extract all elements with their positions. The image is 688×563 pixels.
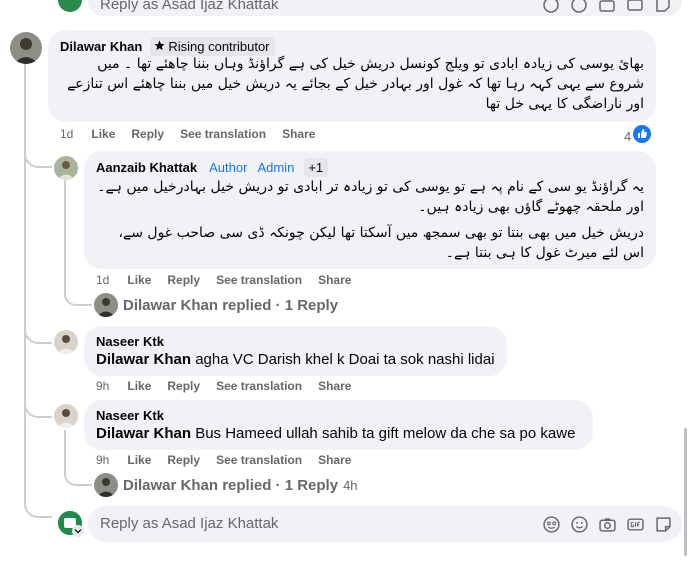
like-button[interactable]: Like [127, 379, 151, 393]
thread-connector [64, 466, 92, 486]
reaction-summary[interactable]: 4 [624, 125, 652, 148]
avatar [94, 473, 118, 497]
camera-icon[interactable] [598, 0, 616, 14]
camera-icon[interactable] [598, 515, 616, 533]
comment-text: Bus Hameed ullah sahib ta gift melow da … [195, 425, 576, 442]
comment-author[interactable]: Dilawar Khan [60, 39, 142, 54]
mention-tag[interactable]: Dilawar Khan [96, 425, 191, 442]
sticker-icon[interactable] [654, 515, 672, 533]
reply-button[interactable]: Reply [131, 127, 164, 141]
reply-tools [542, 0, 672, 14]
reply-placeholder: Reply as Asad Ijaz Khattak [100, 0, 279, 13]
thread-connector [24, 390, 52, 418]
like-button[interactable]: Like [91, 127, 115, 141]
emoji-icon[interactable] [570, 0, 588, 14]
gif-icon[interactable] [626, 0, 644, 14]
replies-time: 4h [343, 477, 358, 493]
sticker-smile-icon[interactable] [542, 515, 560, 533]
star-icon [154, 39, 165, 54]
thread-line-main [24, 64, 26, 504]
current-user-avatar-top [58, 0, 82, 12]
thread-connector [24, 480, 52, 518]
comment-bubble: Naseer Ktk Dilawar Khan Bus Hameed ullah… [84, 400, 593, 450]
comment-actions: 9h Like Reply See translation Share [96, 379, 367, 393]
see-translation-link[interactable]: See translation [216, 273, 302, 287]
reaction-count: 4 [624, 129, 632, 144]
avatar [94, 293, 118, 317]
sticker-icon[interactable] [654, 0, 672, 14]
reply-placeholder: Reply as Asad Ijaz Khattak [100, 515, 279, 532]
comment-time[interactable]: 1d [96, 273, 109, 287]
comment-bubble: Dilawar Khan Rising contributor بهائ یوس… [48, 30, 656, 122]
replies-label: Dilawar Khan replied · 1 Reply [123, 476, 339, 494]
admin-label: Admin [257, 160, 295, 175]
comment-author[interactable]: Naseer Ktk [96, 408, 164, 423]
sticker-smile-icon[interactable] [542, 0, 560, 14]
comment-actions: 1d Like Reply See translation Share [96, 273, 367, 287]
comment-text-para1: یہ گراؤنڈ یو سی کے نام پہ ہے تو یوسی کی … [97, 179, 644, 215]
reply-button[interactable]: Reply [167, 453, 200, 467]
comment-actions: 9h Like Reply See translation Share [96, 453, 367, 467]
replies-link[interactable]: Dilawar Khan replied · 1 Reply [94, 293, 338, 317]
see-translation-link[interactable]: See translation [180, 127, 266, 141]
gif-icon[interactable] [626, 515, 644, 533]
comment-time[interactable]: 9h [96, 379, 109, 393]
comment-author[interactable]: Aanzaib Khattak [96, 160, 197, 175]
comment-text-para2: دریش خیل میں بھی بنتا تو بھی سمجھ میں آس… [118, 225, 645, 261]
reply-input[interactable]: Reply as Asad Ijaz Khattak [88, 506, 682, 542]
reply-input-top[interactable]: Reply as Asad Ijaz Khattak [88, 0, 682, 16]
like-button[interactable]: Like [127, 453, 151, 467]
comment-time[interactable]: 1d [60, 127, 73, 141]
reply-button[interactable]: Reply [167, 379, 200, 393]
see-translation-link[interactable]: See translation [216, 453, 302, 467]
emoji-icon[interactable] [570, 515, 588, 533]
author-label: Author [209, 160, 248, 175]
reply-tools [542, 515, 672, 533]
see-translation-link[interactable]: See translation [216, 379, 302, 393]
badge-label: Rising contributor [168, 39, 270, 54]
like-reaction-icon [633, 125, 652, 148]
share-button[interactable]: Share [282, 127, 315, 141]
scrollbar[interactable] [684, 428, 687, 556]
comment-time[interactable]: 9h [96, 453, 109, 467]
comment-actions: 1d Like Reply See translation Share [60, 127, 331, 141]
share-button[interactable]: Share [318, 453, 351, 467]
thread-connector [24, 140, 52, 168]
more-roles-badge[interactable]: +1 [304, 158, 329, 177]
thread-connector [24, 300, 52, 344]
avatar[interactable] [54, 156, 78, 180]
like-button[interactable]: Like [127, 273, 151, 287]
thread-line-sub [64, 180, 66, 290]
replies-label: Dilawar Khan replied · 1 Reply [123, 296, 339, 314]
avatar[interactable] [10, 32, 42, 64]
thread-connector [64, 286, 92, 306]
replies-link[interactable]: Dilawar Khan replied · 1 Reply 4h [94, 473, 358, 497]
reply-button[interactable]: Reply [167, 273, 200, 287]
comment-bubble: Aanzaib Khattak Author Admin +1 یہ گراؤن… [84, 151, 656, 269]
mention-tag[interactable]: Dilawar Khan [96, 351, 191, 368]
share-button[interactable]: Share [318, 273, 351, 287]
comment-text: agha VC Darish khel k Doai ta sok nashi … [195, 351, 495, 368]
comment-bubble: Naseer Ktk Dilawar Khan agha VC Darish k… [84, 326, 507, 376]
share-button[interactable]: Share [318, 379, 351, 393]
chevron-down-icon[interactable] [72, 525, 84, 537]
comment-author[interactable]: Naseer Ktk [96, 334, 164, 349]
avatar[interactable] [54, 330, 78, 354]
avatar[interactable] [54, 404, 78, 428]
comment-text: بهائ یوسی کی زیادہ ابادی تو ویلج کونسل د… [67, 56, 644, 112]
